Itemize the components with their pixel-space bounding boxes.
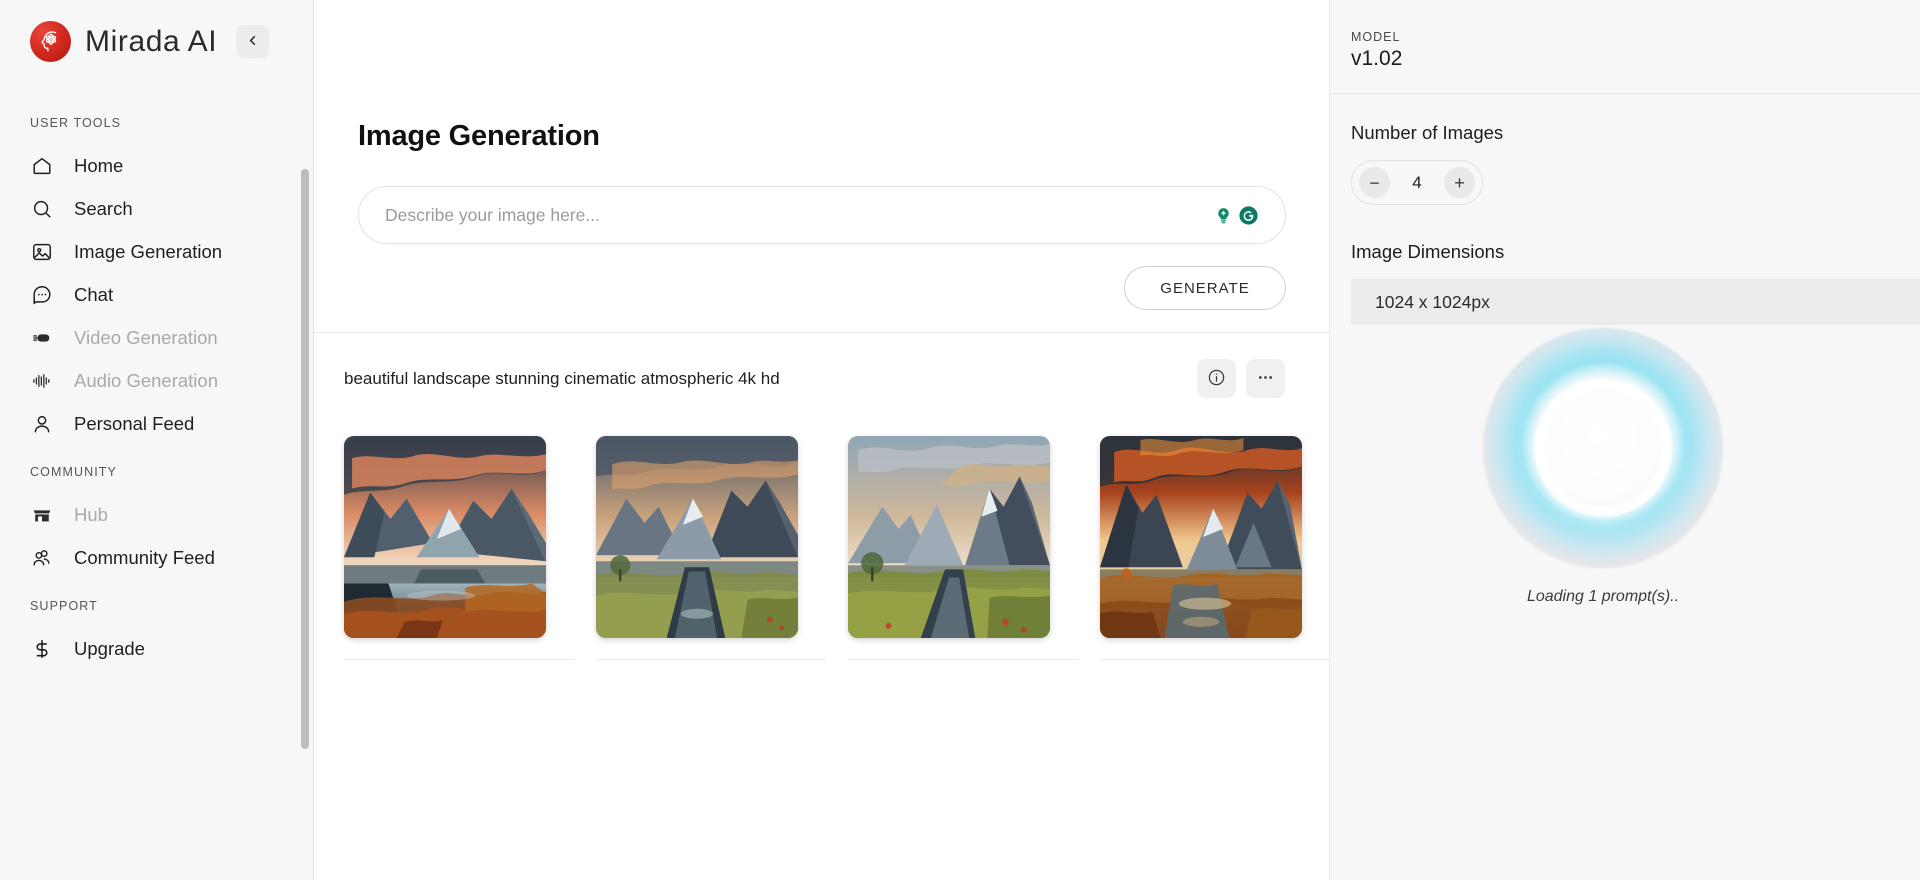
sidebar-item-hub: Hub <box>0 493 313 536</box>
number-of-images-stepper: − 4 + <box>1351 160 1483 205</box>
nav-section-title-user-tools: USER TOOLS <box>30 116 122 130</box>
sidebar-item-community-feed[interactable]: Community Feed <box>0 536 313 579</box>
sidebar-item-label: Home <box>74 154 124 176</box>
sidebar-item-upgrade[interactable]: Upgrade <box>0 627 313 670</box>
thumb-divider <box>1100 659 1329 660</box>
result-more-button[interactable] <box>1246 359 1285 398</box>
sidebar-item-label: Video Generation <box>74 326 218 348</box>
brand-name: Mirada AI <box>85 24 218 58</box>
model-block: MODEL v1.02 <box>1330 0 1920 94</box>
settings-body: Number of Images − 4 + Image Dimensions … <box>1330 94 1920 325</box>
sidebar-item-label: Upgrade <box>74 637 145 659</box>
increment-button[interactable]: + <box>1444 167 1475 198</box>
search-icon <box>30 197 54 221</box>
user-icon <box>30 412 54 436</box>
loading-indicator: Loading 1 prompt(s).. <box>1438 328 1768 606</box>
sidebar-scrollbar-thumb[interactable] <box>301 169 309 749</box>
settings-panel: MODEL v1.02 Number of Images − 4 + Image… <box>1329 0 1920 880</box>
prompt-input[interactable] <box>385 187 1204 243</box>
prompt-tools <box>1212 204 1259 226</box>
sidebar-header: Mirada AI <box>0 0 313 83</box>
result-actions <box>1197 359 1285 398</box>
page-title: Image Generation <box>358 120 600 152</box>
info-circle-icon <box>1207 368 1226 390</box>
sidebar-collapse-button[interactable] <box>236 25 270 58</box>
grammarly-g-icon[interactable] <box>1237 204 1259 226</box>
storefront-icon <box>30 503 54 527</box>
generated-image-1[interactable] <box>344 436 546 638</box>
sidebar-item-chat[interactable]: Chat <box>0 273 313 316</box>
sidebar-item-search[interactable]: Search <box>0 187 313 230</box>
sidebar-item-label: Image Generation <box>74 240 223 262</box>
app-root: Mirada AI USER TOOLS Home Search Image G… <box>0 0 1920 880</box>
thumb-divider <box>596 659 826 660</box>
model-label: MODEL <box>1351 30 1401 44</box>
sidebar-item-home[interactable]: Home <box>0 144 313 187</box>
decrement-button[interactable]: − <box>1359 167 1390 198</box>
home-icon <box>30 154 54 178</box>
generated-image-3[interactable] <box>848 436 1050 638</box>
nav-section-title-community: COMMUNITY <box>30 465 117 479</box>
generated-image-cell <box>344 436 574 660</box>
image-dimensions-label: Image Dimensions <box>1351 241 1505 262</box>
main-content: Image Generation Describe your image her… <box>313 0 1329 880</box>
generate-row: GENERATE <box>358 266 1286 310</box>
sidebar-item-label: Hub <box>74 503 108 525</box>
generate-button[interactable]: GENERATE <box>1124 266 1286 310</box>
brain-head-atom-icon <box>30 21 71 62</box>
generated-image-grid <box>330 398 1329 660</box>
number-of-images-label: Number of Images <box>1351 122 1504 143</box>
sidebar-item-label: Search <box>74 197 133 219</box>
number-of-images-value: 4 <box>1412 172 1422 192</box>
sidebar: Mirada AI USER TOOLS Home Search Image G… <box>0 0 313 880</box>
sidebar-scrollbar[interactable] <box>301 169 309 880</box>
sidebar-item-label: Audio Generation <box>74 369 218 391</box>
users-group-icon <box>30 546 54 570</box>
chat-bubble-icon <box>30 283 54 307</box>
generated-image-cell <box>1100 436 1329 660</box>
model-value: v1.02 <box>1351 47 1403 70</box>
image-dimensions-select[interactable]: 1024 x 1024px <box>1351 279 1920 325</box>
results-section: beautiful landscape stunning cinematic a… <box>314 333 1329 660</box>
image-icon <box>30 240 54 264</box>
loading-status-text: Loading 1 prompt(s).. <box>1526 588 1680 605</box>
generated-image-4[interactable] <box>1100 436 1302 638</box>
sidebar-item-image-generation[interactable]: Image Generation <box>0 230 313 273</box>
thumb-divider <box>848 659 1078 660</box>
generated-image-cell <box>596 436 826 660</box>
sidebar-item-audio-generation: Audio Generation <box>0 359 313 402</box>
video-icon <box>30 326 54 350</box>
sidebar-item-personal-feed[interactable]: Personal Feed <box>0 402 313 445</box>
lightbulb-sparkle-icon[interactable] <box>1212 204 1234 226</box>
thumb-divider <box>344 659 574 660</box>
prompt-box[interactable] <box>358 186 1286 244</box>
result-prompt-text: beautiful landscape stunning cinematic a… <box>344 368 780 388</box>
ellipsis-horizontal-icon <box>1256 368 1275 390</box>
sidebar-item-label: Chat <box>74 283 114 305</box>
sidebar-item-label: Personal Feed <box>74 412 195 434</box>
prompt-row: GENERATE <box>358 186 1286 310</box>
generation-panel: Image Generation Describe your image her… <box>314 0 1329 333</box>
nav-section-title-support: SUPPORT <box>30 599 98 613</box>
result-header: beautiful landscape stunning cinematic a… <box>330 359 1285 398</box>
sidebar-item-video-generation: Video Generation <box>0 316 313 359</box>
audio-waveform-icon <box>30 369 54 393</box>
chevron-left-icon <box>245 33 260 51</box>
loading-spinner-core <box>1544 389 1662 507</box>
generated-image-2[interactable] <box>596 436 798 638</box>
sidebar-nav: USER TOOLS Home Search Image Generation … <box>0 83 313 880</box>
sidebar-item-label: Community Feed <box>74 546 215 568</box>
result-info-button[interactable] <box>1197 359 1236 398</box>
loading-spinner-glow <box>1483 328 1723 568</box>
generated-image-cell <box>848 436 1078 660</box>
dollar-sign-icon <box>30 637 54 661</box>
